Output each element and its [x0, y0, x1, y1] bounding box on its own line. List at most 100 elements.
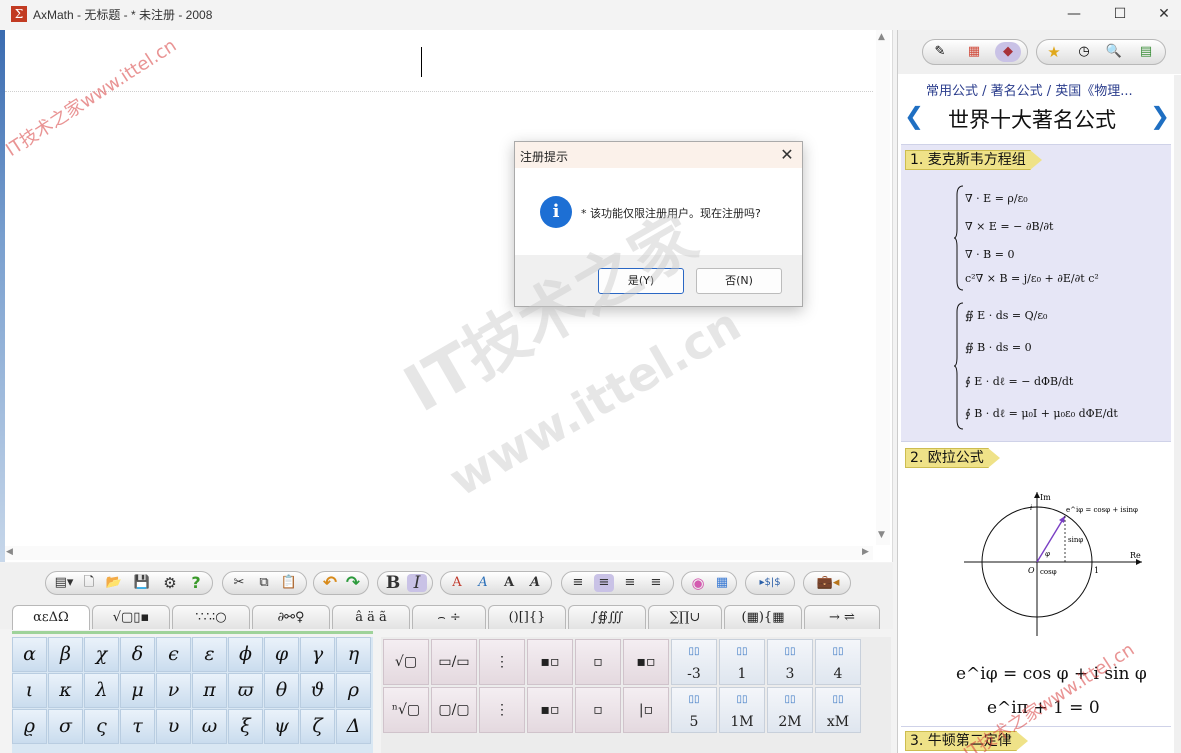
editor-vertical-scrollbar[interactable]: ▲ ▼ — [876, 30, 890, 545]
template-button[interactable]: ▯▯ 5 — [671, 687, 717, 733]
font-style-4-button[interactable]: A — [525, 574, 545, 592]
greek-symbol-button[interactable]: ρ — [336, 673, 371, 708]
greek-symbol-button[interactable]: ν — [156, 673, 191, 708]
scroll-left-icon[interactable]: ◀ — [6, 547, 13, 557]
greek-symbol-button[interactable]: υ — [156, 709, 191, 744]
menu-icon[interactable]: ▤▾ — [52, 574, 76, 592]
template-button[interactable]: ▪▫ — [527, 687, 573, 733]
greek-symbol-button[interactable]: η — [336, 637, 371, 672]
greek-symbol-button[interactable]: τ — [120, 709, 155, 744]
close-button[interactable]: ✕ — [1141, 0, 1181, 30]
tab-radicals[interactable]: √▢▯▪ — [92, 605, 170, 629]
greek-symbol-button[interactable]: κ — [48, 673, 83, 708]
template-button[interactable]: ▯▯ 2M — [767, 687, 813, 733]
greek-symbol-button[interactable]: σ — [48, 709, 83, 744]
briefcase-icon[interactable]: 💼◂ — [810, 574, 846, 592]
greek-symbol-button[interactable]: γ — [300, 637, 335, 672]
library-books-icon[interactable]: ▤ — [1133, 42, 1159, 62]
bold-button[interactable]: B — [383, 574, 403, 592]
greek-symbol-button[interactable]: ς — [84, 709, 119, 744]
tab-greek[interactable]: αεΔΩ — [12, 605, 90, 630]
newton-section[interactable]: 3. 牛顿第二定律 — [901, 726, 1171, 753]
template-button[interactable]: ▯▯ 1M — [719, 687, 765, 733]
scroll-right-icon[interactable]: ▶ — [862, 547, 869, 557]
scroll-up-icon[interactable]: ▲ — [878, 32, 885, 42]
template-button[interactable]: ⋮ — [479, 687, 525, 733]
favorite-star-icon[interactable]: ★ — [1041, 42, 1067, 62]
save-icon[interactable]: 💾 — [132, 574, 152, 592]
open-folder-icon[interactable]: 📂 — [104, 574, 124, 592]
align-left-icon[interactable]: ≡ — [568, 574, 588, 592]
tab-matrices[interactable]: (▦){▦ — [724, 605, 802, 629]
template-button[interactable]: ▯▯ -3 — [671, 639, 717, 685]
paste-icon[interactable]: 📋 — [279, 574, 299, 592]
latex-dollar-icon[interactable]: ▸$|$ — [750, 574, 790, 592]
undo-icon[interactable]: ↶ — [320, 574, 340, 592]
dialog-close-icon[interactable]: ✕ — [777, 145, 797, 164]
new-file-icon[interactable]: 🗋 — [79, 574, 99, 592]
font-style-2-button[interactable]: A — [473, 574, 493, 592]
template-button[interactable]: √▢ — [383, 639, 429, 685]
brush-icon[interactable]: ✎ — [927, 42, 953, 62]
template-button[interactable]: |▫ — [623, 687, 669, 733]
template-button[interactable]: ⁿ√▢ — [383, 687, 429, 733]
template-button[interactable]: ▪▫ — [527, 639, 573, 685]
color-wheel-icon[interactable]: ◉ — [688, 574, 708, 592]
tab-integrals[interactable]: ∫∯∭ — [568, 605, 646, 629]
help-icon[interactable]: ? — [186, 574, 206, 592]
copy-icon[interactable]: ⧉ — [254, 574, 274, 592]
tab-misc-symbols[interactable]: ∂⚯♀ — [252, 605, 330, 629]
no-button[interactable]: 否(N) — [696, 268, 782, 294]
template-button[interactable]: ▯▯ 3 — [767, 639, 813, 685]
tab-arrows[interactable]: → ⇌ — [804, 605, 880, 629]
template-button[interactable]: ⋮ — [479, 639, 525, 685]
align-justify-icon[interactable]: ≡ — [646, 574, 666, 592]
greek-symbol-button[interactable]: Δ — [336, 709, 371, 744]
minimize-button[interactable]: — — [1051, 0, 1097, 30]
greek-symbol-button[interactable]: ϕ — [228, 637, 263, 672]
align-right-icon[interactable]: ≡ — [620, 574, 640, 592]
scroll-down-icon[interactable]: ▼ — [878, 530, 885, 540]
tab-brackets[interactable]: ()[]{} — [488, 605, 566, 629]
euler-section[interactable]: 2. 欧拉公式 Im Re O 1 i e^iφ = cosφ + isinφ … — [901, 441, 1171, 726]
greek-symbol-button[interactable]: χ — [84, 637, 119, 672]
template-button[interactable]: ▯▯ 1 — [719, 639, 765, 685]
greek-symbol-button[interactable]: ζ — [300, 709, 335, 744]
greek-symbol-button[interactable]: λ — [84, 673, 119, 708]
greek-symbol-button[interactable]: μ — [120, 673, 155, 708]
prev-arrow-icon[interactable]: ❮ — [904, 102, 924, 130]
tab-accents[interactable]: â ä ã — [332, 605, 410, 629]
template-button[interactable]: ▯▯ xM — [815, 687, 861, 733]
redo-icon[interactable]: ↷ — [343, 574, 363, 592]
greek-symbol-button[interactable]: π — [192, 673, 227, 708]
greek-symbol-button[interactable]: ψ — [264, 709, 299, 744]
greek-symbol-button[interactable]: β — [48, 637, 83, 672]
greek-symbol-button[interactable]: ι — [12, 673, 47, 708]
color-palette-icon[interactable]: ▦ — [712, 574, 732, 592]
bookmark-tag-icon[interactable]: ◆ — [995, 42, 1021, 62]
template-button[interactable]: ▫ — [575, 687, 621, 733]
yes-button[interactable]: 是(Y) — [598, 268, 684, 294]
tab-operators[interactable]: ∵∴∶○ — [172, 605, 250, 629]
maximize-button[interactable]: ☐ — [1097, 0, 1143, 30]
search-icon[interactable]: 🔍 — [1101, 42, 1127, 62]
template-button[interactable]: ▫ — [575, 639, 621, 685]
cut-icon[interactable]: ✂ — [229, 574, 249, 592]
font-style-1-button[interactable]: A — [447, 574, 467, 592]
greek-symbol-button[interactable]: θ — [264, 673, 299, 708]
template-button[interactable]: ▭/▭ — [431, 639, 477, 685]
template-button[interactable]: ▪▫ — [623, 639, 669, 685]
greek-symbol-button[interactable]: δ — [120, 637, 155, 672]
greek-symbol-button[interactable]: ϵ — [156, 637, 191, 672]
next-arrow-icon[interactable]: ❯ — [1150, 102, 1170, 130]
grid-apps-icon[interactable]: ▦ — [961, 42, 987, 62]
greek-symbol-button[interactable]: ϱ — [12, 709, 47, 744]
template-button[interactable]: ▢/▢ — [431, 687, 477, 733]
panel-scrollbar[interactable] — [1174, 75, 1181, 753]
greek-symbol-button[interactable]: ϑ — [300, 673, 335, 708]
greek-symbol-button[interactable]: φ — [264, 637, 299, 672]
editor-horizontal-scrollbar[interactable]: ◀ ▶ — [5, 546, 873, 560]
greek-symbol-button[interactable]: ϖ — [228, 673, 263, 708]
greek-symbol-button[interactable]: α — [12, 637, 47, 672]
align-center-icon[interactable]: ≡ — [594, 574, 614, 592]
